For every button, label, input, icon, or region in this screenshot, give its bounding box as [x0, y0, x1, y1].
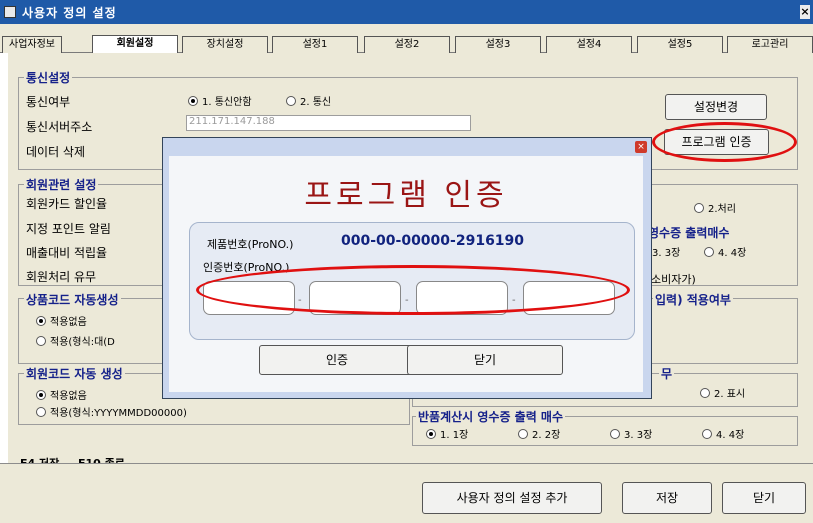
return-receipt-2-label: 2. 2장: [532, 430, 561, 441]
settings-change-button[interactable]: 설정변경: [665, 94, 767, 120]
auth-button[interactable]: 인증: [259, 345, 415, 375]
radio-selected-icon: [36, 316, 46, 326]
app-icon: [4, 6, 16, 18]
title-bar: 사용자 정의 설정 ×: [0, 0, 813, 24]
product-number-value: 000-00-00000-2916190: [341, 233, 525, 249]
return-receipt-1-label: 1. 1장: [440, 430, 469, 441]
return-receipt-3-label: 3. 3장: [624, 430, 653, 441]
consumer-price-text: 소비자가): [651, 273, 696, 286]
process-radio[interactable]: 2.처리: [694, 200, 736, 215]
save-button[interactable]: 저장: [622, 482, 712, 514]
tab-member-settings[interactable]: 회원설정: [92, 35, 178, 54]
member-code-title: 회원코드 자동 생성: [24, 365, 125, 382]
tab-device-settings[interactable]: 장치설정: [182, 36, 268, 53]
dialog-close-icon[interactable]: ×: [635, 141, 647, 153]
comm-enabled-label: 통신여부: [26, 95, 71, 109]
tab-settings-5[interactable]: 설정5: [637, 36, 723, 53]
receipt-4-label: 4. 4장: [718, 248, 747, 259]
return-receipt-1-radio[interactable]: 1. 1장: [426, 426, 468, 441]
member-card-discount-label: 회원카드 할인율: [26, 197, 108, 211]
product-code-format-label: 적용(형식:대(D: [50, 337, 115, 348]
radio-icon: [36, 336, 46, 346]
return-receipt-2-radio[interactable]: 2. 2장: [518, 426, 560, 441]
comm-on-radio[interactable]: 2. 통신: [286, 93, 331, 108]
comm-on-label: 2. 통신: [300, 97, 332, 108]
comm-settings-title: 통신설정: [24, 69, 73, 86]
window-title: 사용자 정의 설정: [22, 6, 117, 20]
dialog-heading: 프로그램 인증: [304, 178, 508, 213]
member-code-format-label: 적용(형식:YYYYMMDD00000): [50, 408, 187, 419]
point-alert-label: 지정 포인트 알림: [26, 222, 111, 236]
member-code-none-label: 적용없음: [50, 391, 87, 402]
input-apply-title: 입력) 적용여부: [653, 291, 733, 308]
product-code-format-radio[interactable]: 적용(형식:대(D: [36, 333, 115, 348]
product-code-none-label: 적용없음: [50, 317, 87, 328]
return-receipt-title: 반품계산시 영수증 출력 매수: [416, 408, 566, 425]
display-on-label: 2. 표시: [714, 389, 746, 400]
comm-off-radio[interactable]: 1. 통신안함: [188, 93, 252, 108]
return-receipt-3-radio[interactable]: 3. 3장: [610, 426, 652, 441]
display-title: 무: [659, 365, 675, 382]
close-button[interactable]: 닫기: [722, 482, 806, 514]
receipt-3-label: 3. 3장: [652, 248, 681, 259]
auth-fields-highlight: [196, 265, 630, 315]
radio-icon: [518, 429, 528, 439]
server-address-input[interactable]: 211.171.147.188: [186, 115, 471, 131]
radio-selected-icon: [188, 96, 198, 106]
receipt-count-title: 영수증 출력매수: [646, 224, 732, 241]
tab-settings-3[interactable]: 설정3: [455, 36, 541, 53]
member-settings-title: 회원관련 설정: [24, 176, 99, 193]
radio-icon: [610, 429, 620, 439]
return-receipt-4-label: 4. 4장: [716, 430, 745, 441]
radio-icon: [702, 429, 712, 439]
tab-settings-2[interactable]: 설정2: [364, 36, 450, 53]
tab-bar: 사업자정보 회원설정 장치설정 설정1 설정2 설정3 설정4 설정5 로고관리: [0, 24, 813, 54]
receipt-3-radio[interactable]: 3. 3장: [652, 244, 680, 259]
radio-icon: [704, 247, 714, 257]
data-delete-label: 데이터 삭제: [26, 145, 86, 159]
tab-logo-management[interactable]: 로고관리: [727, 36, 813, 53]
tab-settings-4[interactable]: 설정4: [546, 36, 632, 53]
tab-settings-1[interactable]: 설정1: [272, 36, 358, 53]
accrual-rate-label: 매출대비 적립율: [26, 246, 108, 260]
radio-icon: [36, 407, 46, 417]
radio-icon: [700, 388, 710, 398]
return-receipt-4-radio[interactable]: 4. 4장: [702, 426, 744, 441]
member-code-none-radio[interactable]: 적용없음: [36, 387, 87, 402]
footer-bar: 사용자 정의 설정 추가 저장 닫기: [0, 463, 813, 523]
radio-icon: [694, 203, 704, 213]
member-code-format-radio[interactable]: 적용(형식:YYYYMMDD00000): [36, 404, 187, 419]
program-auth-highlight: [652, 122, 797, 162]
product-code-title: 상품코드 자동생성: [24, 291, 121, 308]
product-code-none-radio[interactable]: 적용없음: [36, 313, 87, 328]
add-custom-setting-button[interactable]: 사용자 정의 설정 추가: [422, 482, 602, 514]
product-number-label: 제품번호(ProNO.): [207, 238, 294, 251]
display-on-radio[interactable]: 2. 표시: [700, 385, 745, 400]
dialog-close-button[interactable]: 닫기: [407, 345, 563, 375]
process-label: 2.처리: [708, 204, 736, 215]
member-process-label: 회원처리 유무: [26, 270, 97, 284]
radio-icon: [286, 96, 296, 106]
receipt-4-radio[interactable]: 4. 4장: [704, 244, 746, 259]
server-address-label: 통신서버주소: [26, 120, 93, 134]
close-icon[interactable]: ×: [800, 5, 810, 19]
tab-business-info[interactable]: 사업자정보: [2, 36, 62, 53]
comm-off-label: 1. 통신안함: [202, 97, 252, 108]
radio-selected-icon: [36, 390, 46, 400]
radio-selected-icon: [426, 429, 436, 439]
